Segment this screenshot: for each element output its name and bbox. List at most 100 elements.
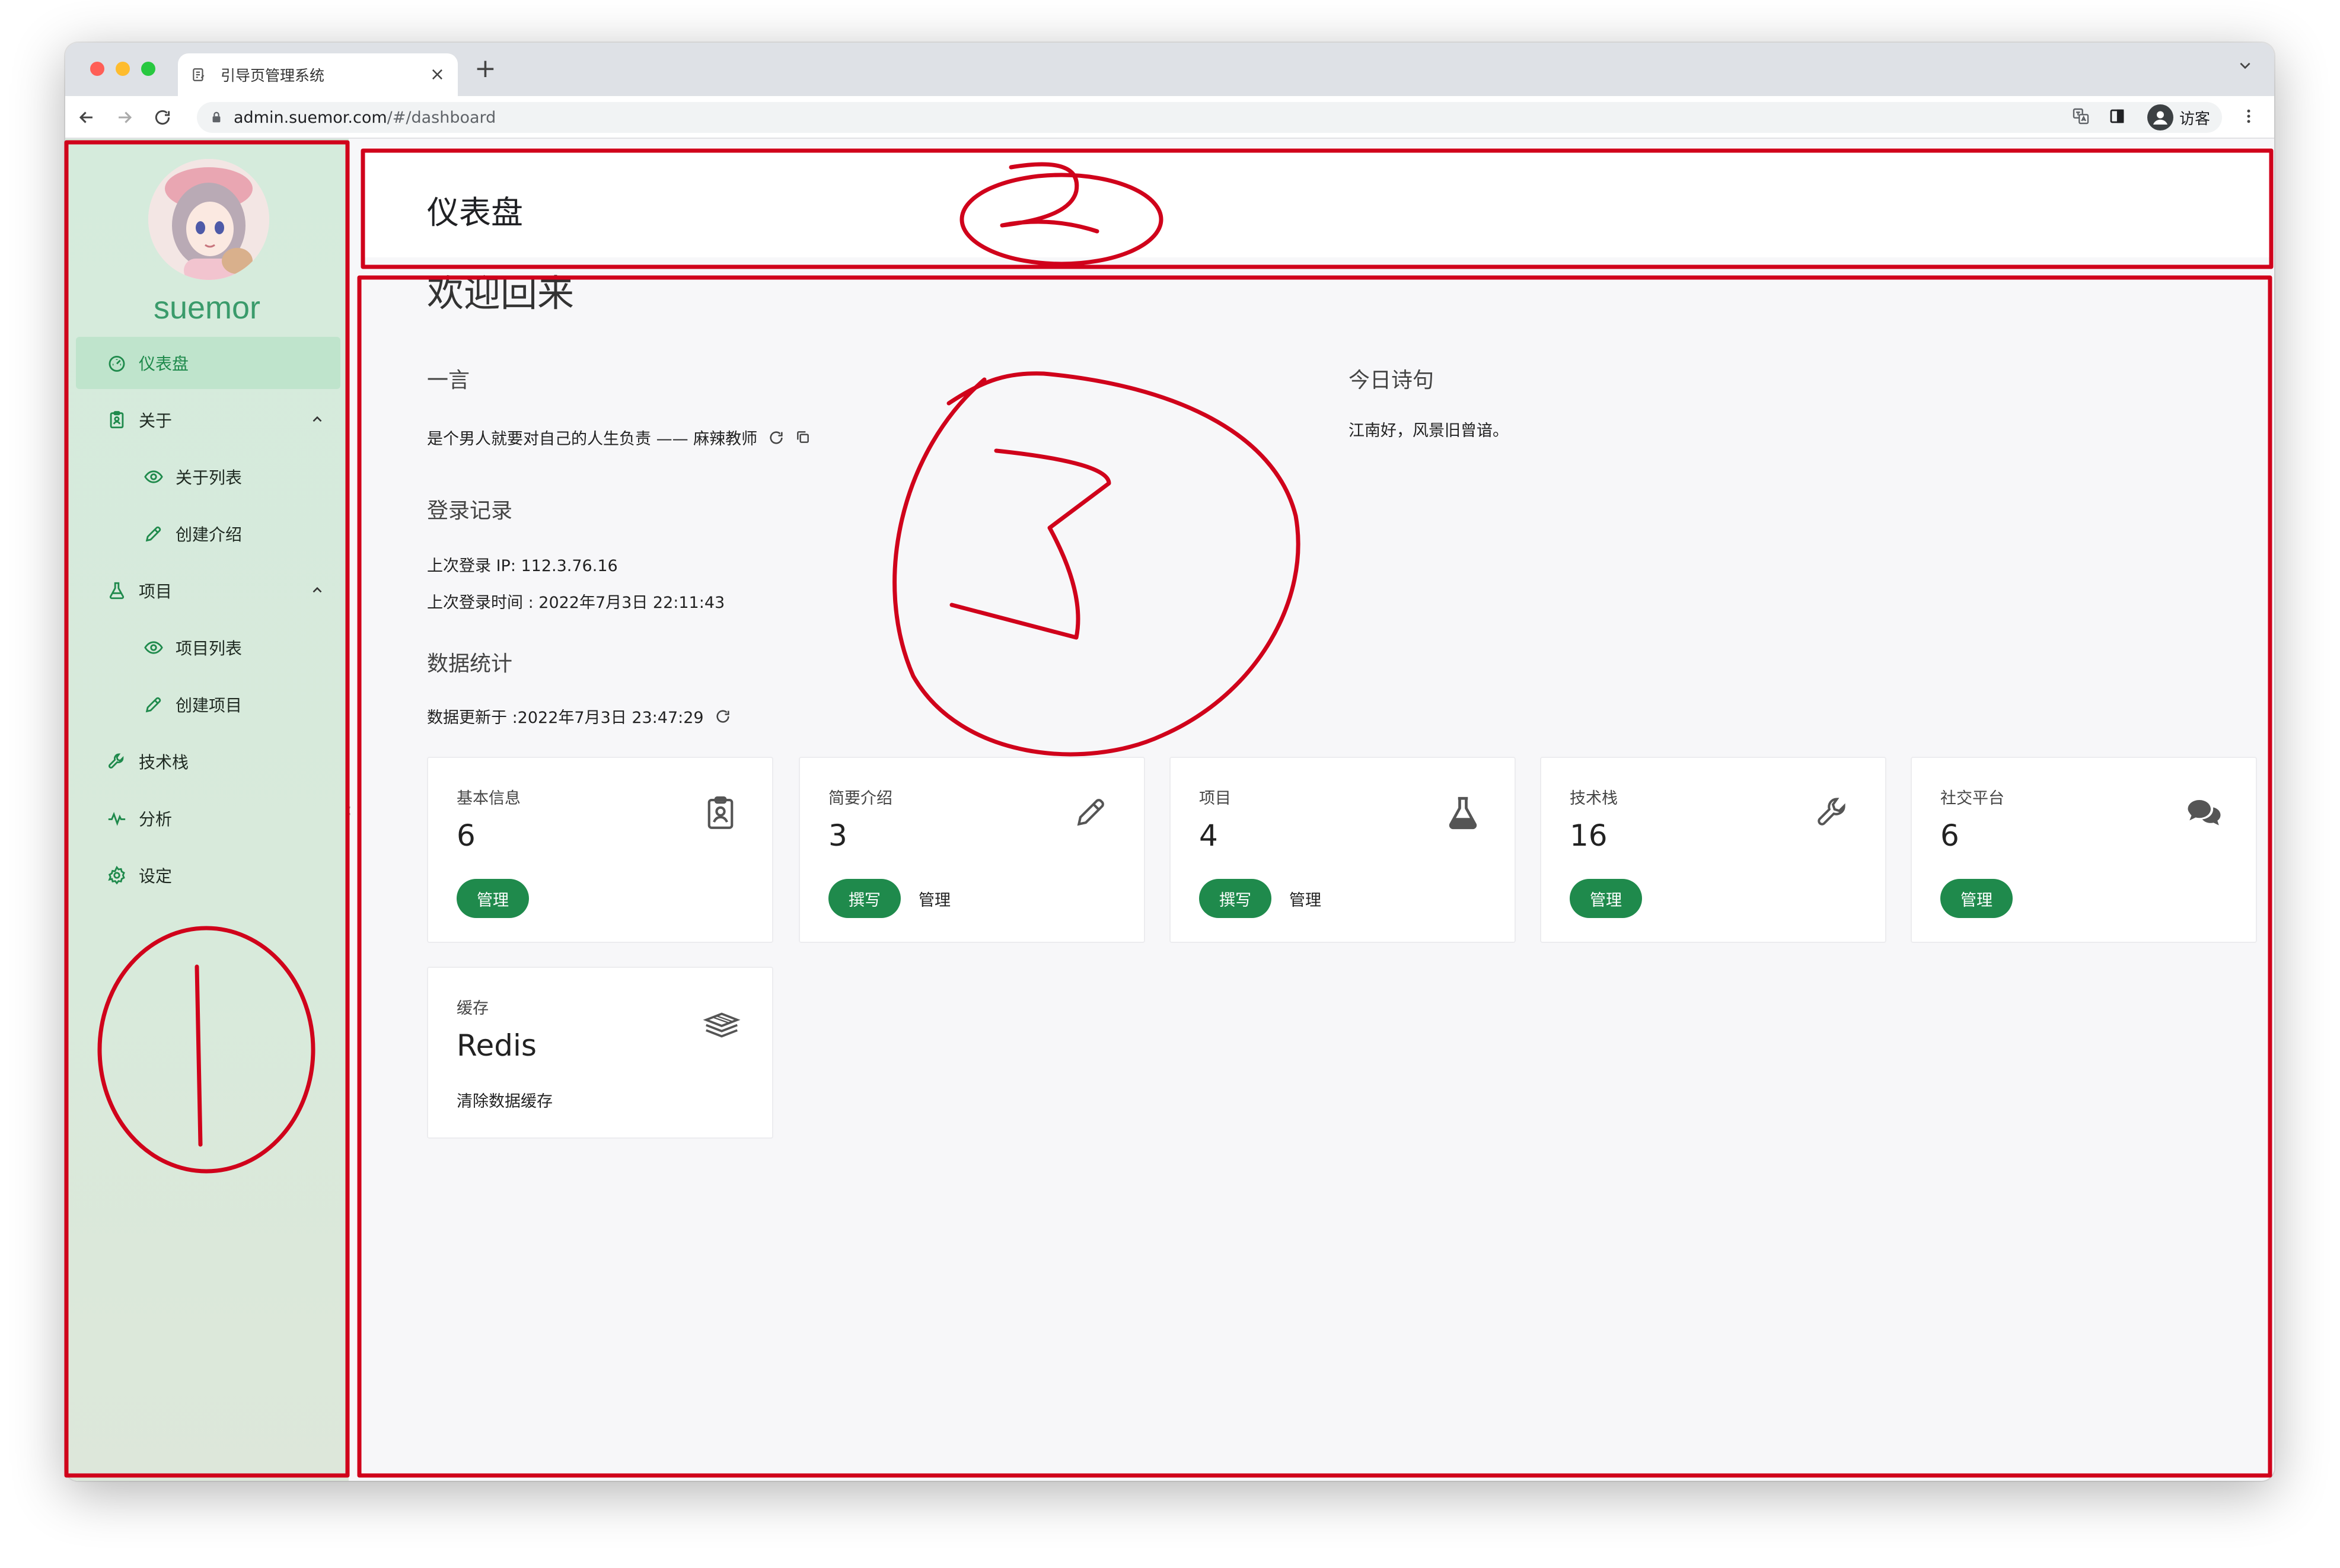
page-viewport: suemor 仪表盘 关于 关于列表 创建介绍 项目 项目列表 创建项目 技术栈… — [65, 139, 2274, 1481]
card-value: 16 — [1570, 818, 1608, 853]
card-value: Redis — [457, 1028, 537, 1063]
sidebar-item-label: 关于 — [139, 411, 173, 431]
manage-button[interactable]: 管理 — [1289, 887, 1321, 910]
page-header: 仪表盘 — [362, 147, 2271, 257]
more-menu-icon[interactable] — [2240, 107, 2258, 128]
tab-search-chevron-icon[interactable] — [2237, 57, 2253, 78]
sidebar-item-label: 分析 — [139, 810, 173, 829]
pencil-icon — [144, 524, 164, 544]
stat-card-brief-intro: 简要介绍 3 撰写 管理 — [799, 757, 1145, 943]
clipboard-icon — [107, 410, 127, 430]
sidebar-item-label: 设定 — [139, 866, 173, 886]
browser-tab[interactable]: 引导页管理系统 × — [178, 53, 458, 96]
eye-icon — [144, 638, 164, 658]
manage-button[interactable]: 管理 — [1570, 879, 1642, 918]
hitokoto-text: 是个男人就要对自己的人生负责 —— 麻辣教师 — [427, 430, 758, 448]
tab-title: 引导页管理系统 — [221, 67, 325, 84]
sidebar-item-label: 技术栈 — [139, 753, 189, 772]
sidebar-item-tech-stack[interactable]: 技术栈 — [76, 735, 340, 788]
login-record-title: 登录记录 — [427, 499, 513, 523]
card-label: 缓存 — [457, 999, 489, 1018]
write-button[interactable]: 撰写 — [1199, 879, 1271, 918]
refresh-icon[interactable] — [768, 429, 785, 446]
wrench-icon — [1814, 793, 1856, 835]
poem-title: 今日诗句 — [1348, 368, 1434, 393]
stat-card-basic-info: 基本信息 6 管理 — [427, 757, 773, 943]
card-actions: 撰写 管理 — [1199, 879, 1321, 918]
manage-button[interactable]: 管理 — [1940, 879, 2013, 918]
cache-card: 缓存 Redis 清除数据缓存 — [427, 967, 773, 1139]
sidebar-item-create-intro[interactable]: 创建介绍 — [76, 508, 340, 560]
sidebar: suemor 仪表盘 关于 关于列表 创建介绍 项目 项目列表 创建项目 技术栈… — [65, 139, 352, 1481]
profile-label: 访客 — [2179, 110, 2210, 128]
new-tab-button[interactable]: + — [474, 56, 496, 82]
address-bar[interactable]: admin.suemor.com/#/dashboard — [197, 102, 2213, 133]
url-text: admin.suemor.com/#/dashboard — [234, 109, 496, 127]
pencil-icon — [1073, 793, 1114, 835]
sidebar-collapse-handle[interactable]: ‹ — [344, 798, 352, 822]
close-window-button[interactable] — [90, 62, 104, 76]
sidebar-item-about[interactable]: 关于 — [76, 394, 340, 446]
username: suemor — [153, 290, 261, 326]
card-actions: 管理 — [1570, 879, 1642, 918]
tab-close-icon[interactable]: × — [430, 66, 445, 84]
card-actions: 撰写 管理 — [828, 879, 951, 918]
chat-bubbles-icon — [2185, 793, 2226, 835]
stats-updated-text: 数据更新于 :2022年7月3日 23:47:29 — [427, 709, 704, 727]
back-button[interactable] — [72, 103, 101, 132]
refresh-icon[interactable] — [715, 708, 731, 725]
sidebar-item-about-list[interactable]: 关于列表 — [76, 451, 340, 503]
translate-icon[interactable] — [2071, 107, 2090, 128]
sidebar-item-dashboard[interactable]: 仪表盘 — [76, 337, 340, 389]
avatar[interactable] — [148, 159, 269, 280]
poem-text: 江南好，风景旧曾谙。 — [1348, 422, 1509, 440]
stats-updated-line: 数据更新于 :2022年7月3日 23:47:29 — [427, 705, 731, 728]
last-login-ip: 上次登录 IP: 112.3.76.16 — [427, 557, 618, 575]
chevron-up-icon[interactable] — [310, 412, 325, 427]
chevron-up-icon[interactable] — [310, 582, 325, 598]
card-actions: 管理 — [1940, 879, 2013, 918]
zoom-window-button[interactable] — [141, 62, 155, 76]
window-controls — [90, 62, 155, 76]
clear-cache-link[interactable]: 清除数据缓存 — [457, 1088, 553, 1111]
card-label: 简要介绍 — [828, 789, 892, 808]
wrench-icon — [107, 751, 127, 772]
stat-card-tech-stack: 技术栈 16 管理 — [1540, 757, 1886, 943]
sidebar-item-create-project[interactable]: 创建项目 — [76, 678, 340, 731]
sidebar-item-projects[interactable]: 项目 — [76, 565, 340, 617]
sidebar-item-label: 创建项目 — [176, 696, 243, 715]
sidebar-item-settings[interactable]: 设定 — [76, 849, 340, 901]
manage-button[interactable]: 管理 — [457, 879, 529, 918]
card-label: 社交平台 — [1940, 789, 2004, 808]
toolbar-actions: 访客 — [2071, 101, 2258, 134]
gear-icon — [107, 865, 127, 885]
profile-button[interactable]: 访客 — [2143, 102, 2222, 133]
card-label: 技术栈 — [1570, 789, 1618, 808]
sidebar-item-analytics[interactable]: 分析 — [76, 792, 340, 844]
dashboard-content: 欢迎回来 一言 是个男人就要对自己的人生负责 —— 麻辣教师 今日诗句 江南好，… — [362, 262, 2271, 1472]
browser-window: 引导页管理系统 × + admin.suemor.com/#/dashboard — [65, 43, 2274, 1481]
sidebar-menu: 仪表盘 关于 关于列表 创建介绍 项目 项目列表 创建项目 技术栈 分析 设定 — [76, 337, 340, 906]
eye-icon — [144, 467, 164, 487]
forward-button[interactable] — [110, 103, 139, 132]
minimize-window-button[interactable] — [116, 62, 130, 76]
welcome-heading: 欢迎回来 — [427, 272, 575, 315]
hitokoto-line: 是个男人就要对自己的人生负责 —— 麻辣教师 — [427, 426, 812, 449]
card-label: 项目 — [1199, 789, 1231, 808]
url-host: admin.suemor.com — [234, 108, 387, 127]
reload-button[interactable] — [148, 103, 177, 132]
write-button[interactable]: 撰写 — [828, 879, 901, 918]
stat-card-social: 社交平台 6 管理 — [1911, 757, 2257, 943]
sidebar-item-label: 创建介绍 — [176, 525, 243, 544]
card-value: 6 — [457, 818, 476, 853]
dashboard-icon — [107, 353, 127, 373]
side-panel-icon[interactable] — [2108, 107, 2126, 128]
copy-icon[interactable] — [795, 429, 812, 446]
profile-avatar-icon — [2147, 104, 2173, 130]
flask-icon — [1443, 793, 1485, 835]
card-value: 3 — [828, 818, 847, 853]
hitokoto-title: 一言 — [427, 368, 470, 393]
manage-button[interactable]: 管理 — [919, 887, 951, 910]
sidebar-item-project-list[interactable]: 项目列表 — [76, 622, 340, 674]
lock-icon — [210, 111, 223, 124]
